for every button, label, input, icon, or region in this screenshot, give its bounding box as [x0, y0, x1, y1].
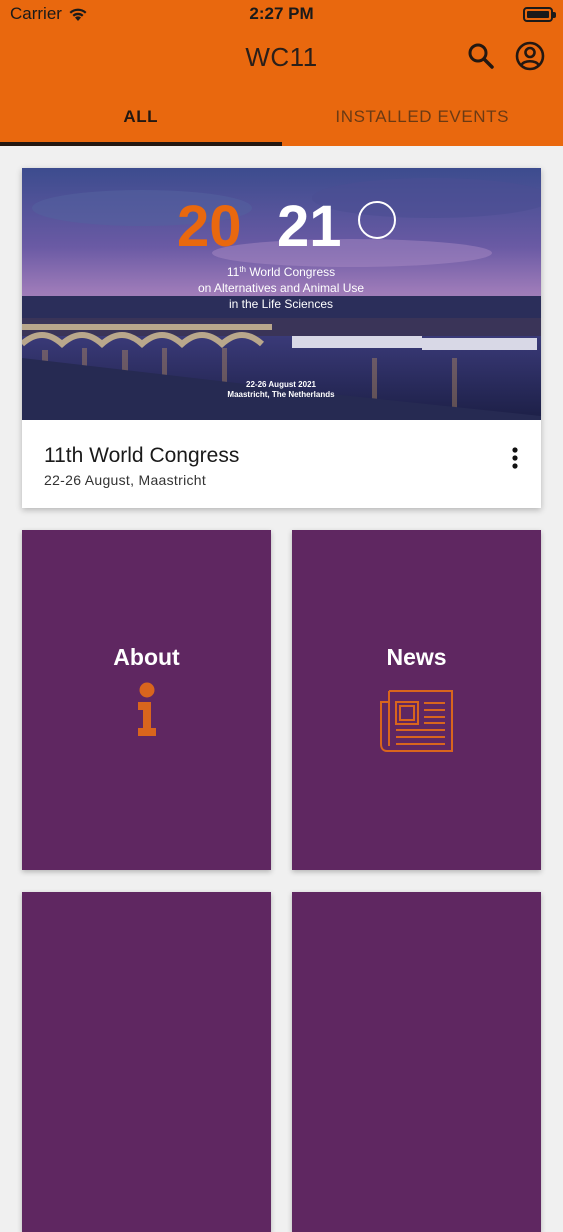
event-banner-image: 20 21 11th World Congress on Alternative… — [22, 168, 541, 420]
tile-fourth[interactable] — [292, 892, 541, 1232]
tile-news-label: News — [292, 644, 541, 671]
banner-dates: 22-26 August 2021 — [246, 380, 317, 389]
account-icon[interactable] — [514, 40, 546, 72]
event-banner-art: 20 21 11th World Congress on Alternative… — [22, 168, 541, 420]
status-bar: Carrier 2:27 PM — [0, 0, 563, 30]
event-subtitle: 22-26 August, Maastricht — [44, 472, 206, 488]
battery-icon — [523, 7, 553, 22]
tile-news[interactable]: News — [292, 530, 541, 870]
newspaper-icon — [379, 688, 455, 754]
tile-about[interactable]: About — [22, 530, 271, 870]
tab-all[interactable]: ALL — [0, 90, 282, 146]
tab-bar: ALL INSTALLED EVENTS — [0, 90, 563, 146]
search-icon[interactable] — [465, 40, 497, 72]
banner-line3: in the Life Sciences — [229, 297, 333, 311]
tile-third[interactable] — [22, 892, 271, 1232]
tile-about-label: About — [22, 644, 271, 671]
banner-line2: on Alternatives and Animal Use — [198, 281, 364, 295]
event-card[interactable]: 20 21 11th World Congress on Alternative… — [22, 168, 541, 508]
banner-year-part1: 20 — [177, 194, 242, 259]
info-icon — [135, 682, 159, 738]
status-time: 2:27 PM — [0, 4, 563, 24]
event-title: 11th World Congress — [44, 444, 239, 468]
banner-year-part2: 21 — [277, 194, 342, 259]
tab-installed-events[interactable]: INSTALLED EVENTS — [282, 90, 563, 146]
more-vert-icon[interactable] — [507, 446, 523, 470]
banner-place: Maastricht, The Netherlands — [227, 390, 335, 399]
app-header: Carrier 2:27 PM WC11 ALL INSTALLED EVENT… — [0, 0, 563, 146]
